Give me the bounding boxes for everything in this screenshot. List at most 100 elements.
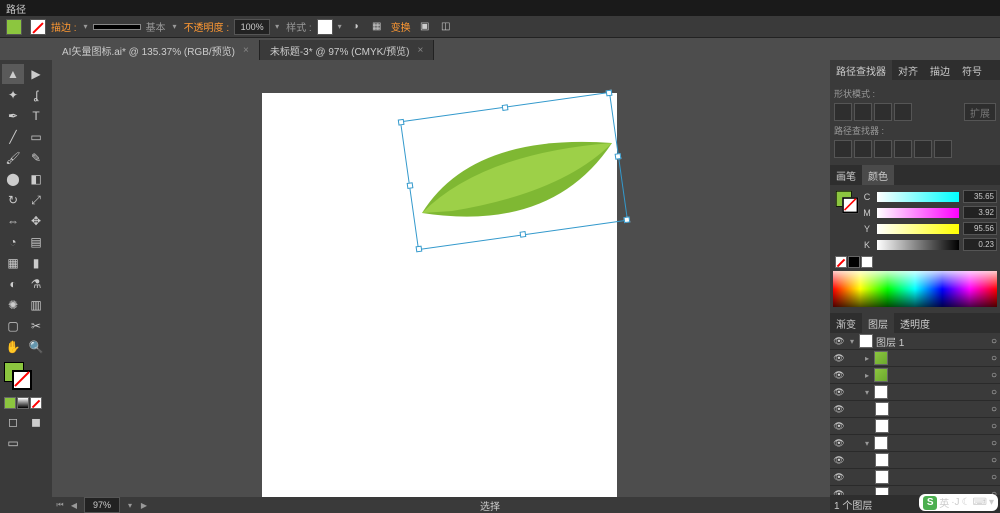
- draw-behind-icon[interactable]: ◼: [25, 412, 47, 432]
- selection-tool[interactable]: ▲: [2, 64, 24, 84]
- minus-back-icon[interactable]: [934, 140, 952, 158]
- type-tool[interactable]: T: [25, 106, 47, 126]
- merge-icon[interactable]: [874, 140, 892, 158]
- visibility-icon[interactable]: 👁: [833, 420, 845, 432]
- tab-transparency[interactable]: 透明度: [894, 313, 936, 333]
- draw-normal-icon[interactable]: ◻: [2, 412, 24, 432]
- blend-tool[interactable]: ⚗: [25, 274, 47, 294]
- fill-swatch[interactable]: [6, 19, 22, 35]
- ime-menu-icon[interactable]: ▾: [989, 497, 994, 508]
- next-artboard-icon[interactable]: ▶: [140, 500, 148, 510]
- sublayer-row[interactable]: 👁○: [830, 452, 1000, 469]
- expand-button[interactable]: 扩展: [964, 103, 996, 121]
- clip-icon[interactable]: ◫: [437, 18, 455, 36]
- screen-mode-icon[interactable]: ▭: [2, 433, 24, 453]
- align-icon[interactable]: ▦: [368, 18, 386, 36]
- tab-pathfinder[interactable]: 路径查找器: [830, 60, 892, 80]
- artboard[interactable]: [262, 93, 617, 498]
- fill-stroke-indicator[interactable]: [4, 362, 32, 390]
- zoom-dropdown[interactable]: ▾: [126, 500, 134, 510]
- visibility-icon[interactable]: 👁: [833, 488, 845, 495]
- pen-tool[interactable]: ✒: [2, 106, 24, 126]
- line-tool[interactable]: ╱: [2, 127, 24, 147]
- target-icon[interactable]: ○: [991, 455, 997, 466]
- symbol-sprayer-tool[interactable]: ✺: [2, 295, 24, 315]
- ime-lang[interactable]: 英: [939, 495, 949, 510]
- brush-dropdown[interactable]: ▾: [171, 22, 179, 32]
- k-value[interactable]: 0.23: [963, 238, 997, 251]
- outline-icon[interactable]: [914, 140, 932, 158]
- gradient-mode-icon[interactable]: [17, 397, 29, 409]
- free-transform-tool[interactable]: ✥: [25, 211, 47, 231]
- target-icon[interactable]: ○: [991, 336, 997, 347]
- stroke-box[interactable]: [12, 370, 32, 390]
- rectangle-tool[interactable]: ▭: [25, 127, 47, 147]
- disclosure-icon[interactable]: ▾: [848, 336, 856, 346]
- zoom-value[interactable]: 97%: [84, 497, 120, 513]
- tab-gradient[interactable]: 渐变: [830, 313, 862, 333]
- color-mode-icon[interactable]: [4, 397, 16, 409]
- disclosure-icon[interactable]: ▸: [863, 353, 871, 363]
- hand-tool[interactable]: ✋: [2, 337, 24, 357]
- canvas-area[interactable]: ⏮ ◀ 97% ▾ ▶ 选择: [52, 60, 830, 513]
- sublayer-row[interactable]: 👁 ▾ ○: [830, 435, 1000, 452]
- visibility-icon[interactable]: 👁: [833, 437, 845, 449]
- white-swatch[interactable]: [861, 256, 873, 268]
- style-swatch[interactable]: [317, 19, 333, 35]
- color-fill-stroke[interactable]: [836, 191, 858, 213]
- artboard-tool[interactable]: ▢: [2, 316, 24, 336]
- handle-ne[interactable]: [606, 90, 613, 97]
- y-value[interactable]: 95.56: [963, 222, 997, 235]
- ime-moon-icon[interactable]: ☾: [962, 497, 971, 508]
- sublayer-row[interactable]: 👁○: [830, 418, 1000, 435]
- width-tool[interactable]: ⇔: [2, 211, 24, 231]
- close-icon[interactable]: ×: [243, 45, 249, 56]
- handle-n[interactable]: [502, 104, 509, 111]
- sublayer-row[interactable]: 👁▸○: [830, 367, 1000, 384]
- divide-icon[interactable]: [834, 140, 852, 158]
- trim-icon[interactable]: [854, 140, 872, 158]
- isolate-icon[interactable]: ▣: [416, 18, 434, 36]
- color-spectrum[interactable]: [833, 271, 997, 307]
- minus-front-icon[interactable]: [854, 103, 872, 121]
- doc-tab-1[interactable]: AI矢量图标.ai* @ 135.37% (RGB/预览) ×: [52, 40, 260, 60]
- target-icon[interactable]: ○: [991, 353, 997, 364]
- tab-layers[interactable]: 图层: [862, 313, 894, 333]
- visibility-icon[interactable]: 👁: [833, 403, 845, 415]
- magic-wand-tool[interactable]: ✦: [2, 85, 24, 105]
- sublayer-row[interactable]: 👁○: [830, 401, 1000, 418]
- c-slider[interactable]: [877, 192, 959, 202]
- ime-punct-icon[interactable]: ·J: [951, 497, 959, 508]
- disclosure-icon[interactable]: ▸: [863, 370, 871, 380]
- intersect-icon[interactable]: [874, 103, 892, 121]
- paintbrush-tool[interactable]: 🖌: [2, 148, 24, 168]
- visibility-icon[interactable]: 👁: [833, 369, 845, 381]
- stroke-preview[interactable]: [93, 24, 141, 30]
- stroke-swatch[interactable]: [30, 19, 46, 35]
- layer-name[interactable]: 图层 1: [876, 334, 904, 349]
- zoom-tool[interactable]: 🔍: [25, 337, 47, 357]
- stroke-weight-dropdown[interactable]: ▾: [82, 22, 90, 32]
- opacity-dropdown[interactable]: ▾: [273, 22, 281, 32]
- eraser-tool[interactable]: ◧: [25, 169, 47, 189]
- target-icon[interactable]: ○: [991, 421, 997, 432]
- eyedropper-tool[interactable]: ◐: [2, 274, 24, 294]
- c-value[interactable]: 35.65: [963, 190, 997, 203]
- target-icon[interactable]: ○: [991, 472, 997, 483]
- disclosure-icon[interactable]: ▾: [863, 387, 871, 397]
- rotate-tool[interactable]: ↻: [2, 190, 24, 210]
- tab-align[interactable]: 对齐: [892, 60, 924, 80]
- sublayer-row[interactable]: 👁 ▾ ○: [830, 384, 1000, 401]
- mesh-tool[interactable]: ▦: [2, 253, 24, 273]
- target-icon[interactable]: ○: [991, 387, 997, 398]
- blob-brush-tool[interactable]: ⬤: [2, 169, 24, 189]
- recolor-icon[interactable]: ◑: [347, 18, 365, 36]
- tab-stroke[interactable]: 描边: [924, 60, 956, 80]
- slice-tool[interactable]: ✂: [25, 316, 47, 336]
- none-swatch[interactable]: [835, 256, 847, 268]
- disclosure-icon[interactable]: ▾: [863, 438, 871, 448]
- sublayer-row[interactable]: 👁○: [830, 469, 1000, 486]
- target-icon[interactable]: ○: [991, 438, 997, 449]
- visibility-icon[interactable]: 👁: [833, 386, 845, 398]
- pencil-tool[interactable]: ✎: [25, 148, 47, 168]
